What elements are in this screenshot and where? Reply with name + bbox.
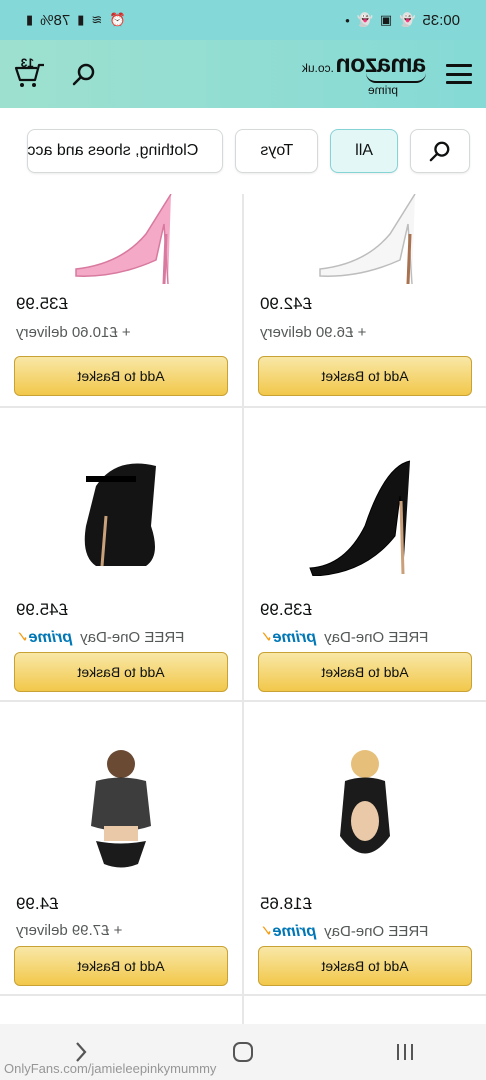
category-chips: All Toys Clothing, shoes and acc	[0, 108, 486, 194]
pink-stiletto-heel-image[interactable]	[66, 194, 176, 284]
prime-badge: prime✓	[260, 923, 317, 940]
home-icon	[233, 1042, 253, 1062]
cart-button[interactable]: 13	[14, 56, 46, 89]
alarm-icon: ⏰	[109, 12, 126, 27]
watermark-text: OnlyFans.com/jamieleepinkymummy	[4, 1061, 217, 1076]
prime-badge: prime✓	[260, 629, 317, 646]
recent-apps-button[interactable]	[385, 1032, 425, 1072]
status-bar: 00:35 👻 ▣ 👻 • ⏰ ≋ ▮ 78% ▮	[0, 0, 486, 40]
snapchat-icon: 👻	[399, 12, 416, 27]
product-price: £42.90	[260, 294, 312, 313]
black-stiletto-heel-image[interactable]	[305, 456, 425, 576]
app-header: amazon .co.uk prime 13	[0, 40, 486, 108]
product-card[interactable]: £35.99 FREE One-Day prime✓ Add to Basket	[244, 408, 486, 702]
product-price: £18.65	[260, 894, 312, 913]
prime-badge: prime✓	[16, 629, 73, 646]
add-to-basket-button[interactable]: Add to Basket	[258, 652, 472, 692]
menu-icon[interactable]	[446, 64, 472, 84]
product-delivery: FREE One-Day prime✓	[260, 629, 429, 646]
add-to-basket-button[interactable]: Add to Basket	[258, 946, 472, 986]
add-to-basket-button[interactable]: Add to Basket	[14, 946, 228, 986]
battery-percent: 78%	[40, 11, 71, 29]
dot-icon: •	[345, 12, 350, 28]
search-icon	[429, 141, 450, 162]
chip-toys[interactable]: Toys	[235, 129, 319, 173]
add-to-basket-button[interactable]: Add to Basket	[14, 652, 228, 692]
wifi-icon: ≋	[91, 12, 103, 27]
product-price: £45.99	[16, 600, 68, 619]
clock-time: 00:35	[422, 11, 460, 29]
black-platform-sandal-image[interactable]	[66, 456, 176, 576]
mirrored-screen: 00:35 👻 ▣ 👻 • ⏰ ≋ ▮ 78% ▮ amazon .co.uk …	[0, 0, 486, 1080]
gallery-icon: ▣	[379, 12, 393, 27]
product-delivery: + £7.99 delivery	[16, 922, 123, 939]
amazon-logo[interactable]: amazon .co.uk prime	[302, 50, 426, 97]
product-card[interactable]: £4.99 + £7.99 delivery Add to Basket	[0, 702, 242, 996]
back-icon	[76, 1042, 87, 1062]
product-grid: £42.90 + £6.90 delivery Add to Basket £3…	[0, 194, 486, 1024]
product-card	[0, 996, 242, 1024]
product-price: £35.99	[260, 600, 312, 619]
white-stiletto-heel-image[interactable]	[310, 194, 420, 284]
product-delivery: + £10.60 delivery	[16, 324, 131, 341]
black-lingerie-set-image[interactable]	[66, 746, 176, 876]
product-delivery: FREE One-Day prime✓	[260, 923, 429, 940]
product-delivery: FREE One-Day prime✓	[16, 629, 185, 646]
search-icon[interactable]	[72, 62, 96, 86]
cart-count: 13	[20, 56, 34, 70]
product-price: £4.99	[16, 894, 59, 913]
product-card[interactable]: £35.99 + £10.60 delivery Add to Basket	[0, 194, 242, 408]
product-delivery: + £6.90 delivery	[260, 324, 367, 341]
signal-icon: ▮	[77, 12, 85, 27]
recent-apps-icon	[397, 1044, 413, 1060]
chip-search[interactable]	[410, 129, 470, 173]
product-card[interactable]: £18.65 FREE One-Day prime✓ Add to Basket	[244, 702, 486, 996]
logo-smile	[366, 73, 426, 83]
black-lingerie-bodysuit-image[interactable]	[320, 746, 410, 876]
chip-clothing[interactable]: Clothing, shoes and acc	[26, 129, 224, 173]
chip-all[interactable]: All	[330, 129, 398, 173]
battery-icon: ▮	[26, 12, 34, 27]
product-price: £35.99	[16, 294, 68, 313]
product-card[interactable]: £42.90 + £6.90 delivery Add to Basket	[244, 194, 486, 408]
snapchat-icon-2: 👻	[356, 12, 373, 27]
add-to-basket-button[interactable]: Add to Basket	[14, 356, 228, 396]
add-to-basket-button[interactable]: Add to Basket	[258, 356, 472, 396]
home-button[interactable]	[223, 1032, 263, 1072]
product-card	[244, 996, 486, 1024]
product-card[interactable]: £45.99 FREE One-Day prime✓ Add to Basket	[0, 408, 242, 702]
